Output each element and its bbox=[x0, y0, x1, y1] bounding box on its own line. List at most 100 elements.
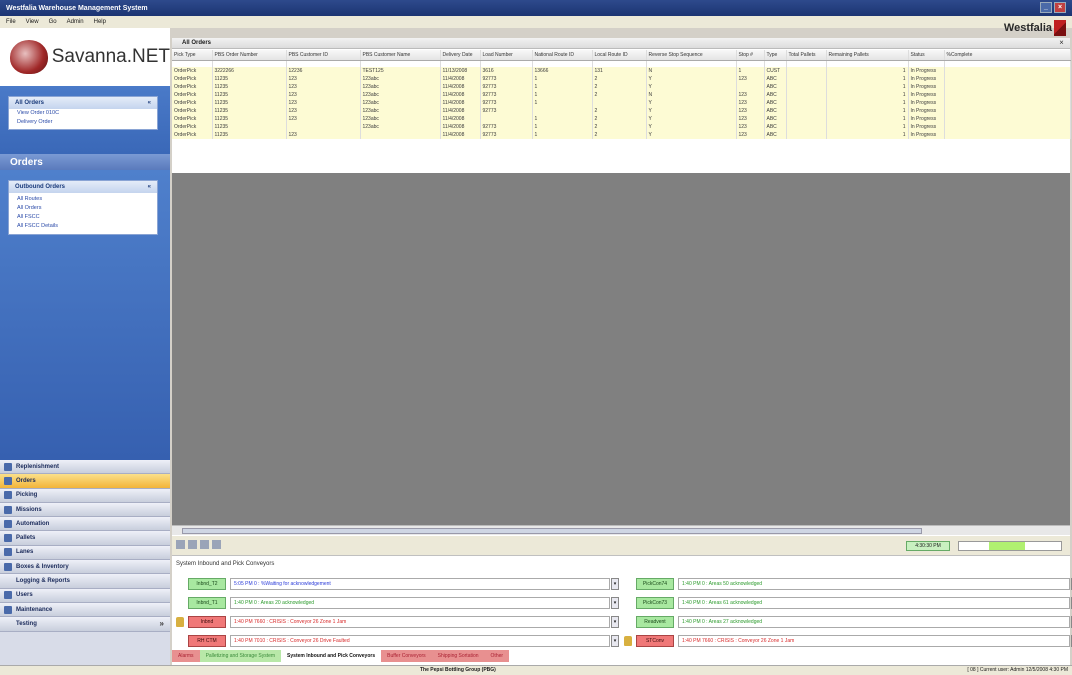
column-header[interactable]: Remaining Pallets bbox=[826, 50, 909, 61]
quick-link[interactable]: Delivery Order bbox=[9, 118, 157, 129]
nav-item-picking[interactable]: Picking bbox=[0, 488, 170, 503]
filter-cell[interactable] bbox=[532, 60, 593, 67]
bottom-tab[interactable]: Buffer Conveyors bbox=[381, 650, 432, 662]
filter-icon[interactable] bbox=[176, 540, 185, 549]
export-icon[interactable] bbox=[200, 540, 209, 549]
filter-cell[interactable] bbox=[286, 60, 361, 67]
horizontal-scrollbar[interactable] bbox=[172, 525, 1070, 535]
menu-go[interactable]: Go bbox=[49, 19, 57, 25]
menu-view[interactable]: View bbox=[26, 19, 39, 25]
nav-item-automation[interactable]: Automation bbox=[0, 517, 170, 532]
conveyor-button[interactable]: Inbnd bbox=[188, 616, 226, 628]
dropdown-arrow-icon[interactable]: ▾ bbox=[611, 597, 619, 609]
column-header[interactable]: Type bbox=[764, 50, 787, 61]
nav-item-testing[interactable]: Testing » bbox=[0, 617, 170, 632]
column-header[interactable]: Reverse Stop Sequence bbox=[646, 50, 737, 61]
filter-cell[interactable] bbox=[172, 60, 213, 67]
table-row[interactable]: OrderPick 11235 123 123abc 11/4/2008 92773 1 2 N… bbox=[172, 91, 1071, 99]
bottom-tab[interactable]: Alarms bbox=[172, 650, 200, 662]
filter-cell[interactable] bbox=[646, 60, 737, 67]
nav-item-replenishment[interactable]: Replenishment bbox=[0, 460, 170, 475]
dropdown-arrow-icon[interactable]: ▾ bbox=[611, 635, 619, 647]
filter-row[interactable] bbox=[172, 60, 1071, 67]
column-header[interactable]: %Complete bbox=[944, 50, 1071, 61]
table-row[interactable]: OrderPick 11235 123 123abc 11/4/2008 92773 2 Y 1… bbox=[172, 107, 1071, 115]
menu-admin[interactable]: Admin bbox=[67, 19, 84, 25]
conveyor-button[interactable]: Inbnd_T2 bbox=[188, 578, 226, 590]
dropdown-arrow-icon[interactable]: ▾ bbox=[611, 578, 619, 590]
nav-item-missions[interactable]: Missions bbox=[0, 502, 170, 518]
pin-close-icon[interactable]: ⨯ bbox=[1059, 38, 1064, 49]
column-header[interactable]: Delivery Date bbox=[440, 50, 481, 61]
nav-item-boxes-inventory[interactable]: Boxes & Inventory bbox=[0, 560, 170, 575]
scrollbar-thumb[interactable] bbox=[182, 528, 922, 534]
table-row[interactable]: OrderPick 11235 123 123abc 11/4/2008 1 2 Y 123 AB… bbox=[172, 115, 1071, 123]
filter-cell[interactable] bbox=[360, 60, 441, 67]
table-row[interactable]: OrderPick 11235 123 11/4/2008 92773 1 2 Y 123 ABC… bbox=[172, 131, 1071, 139]
filter-cell[interactable] bbox=[944, 60, 1071, 67]
table-row[interactable]: OrderPick 11235 123 123abc 11/4/2008 92773 1 2 Y… bbox=[172, 75, 1071, 83]
close-button[interactable]: × bbox=[1054, 2, 1066, 13]
bottom-tab[interactable]: Shipping Sortation bbox=[431, 650, 485, 662]
column-header[interactable]: Pick Type bbox=[172, 50, 213, 61]
dropdown-arrow-icon[interactable]: ▾ bbox=[611, 616, 619, 628]
column-header[interactable]: Total Pallets bbox=[786, 50, 827, 61]
table-cell: 123 bbox=[286, 75, 361, 83]
nav-item-lanes[interactable]: Lanes bbox=[0, 545, 170, 561]
column-header[interactable]: PBS Customer ID bbox=[286, 50, 361, 61]
quick-link[interactable]: View Order 010C bbox=[9, 109, 157, 118]
collapse-icon[interactable]: « bbox=[148, 184, 151, 190]
filter-cell[interactable] bbox=[764, 60, 787, 67]
column-header[interactable]: National Route ID bbox=[532, 50, 593, 61]
conveyor-button[interactable]: STConv bbox=[636, 635, 674, 647]
column-header[interactable]: PBS Customer Name bbox=[360, 50, 441, 61]
conveyor-button[interactable]: Readvent bbox=[636, 616, 674, 628]
conveyor-button[interactable]: PickCon73 bbox=[636, 597, 674, 609]
minimize-button[interactable]: _ bbox=[1040, 2, 1052, 13]
filter-cell[interactable] bbox=[826, 60, 909, 67]
column-header[interactable]: Load Number bbox=[480, 50, 533, 61]
table-cell: 123abc bbox=[360, 75, 441, 83]
bottom-tab[interactable]: System Inbound and Pick Conveyors bbox=[281, 650, 382, 662]
table-row[interactable]: OrderPick 3222266 12236 TEST125 11/13/2008 36… bbox=[172, 67, 1071, 75]
outbound-link[interactable]: All FSCC Details bbox=[9, 222, 157, 234]
chevron-more-icon[interactable]: » bbox=[160, 619, 164, 628]
menu-file[interactable]: File bbox=[6, 19, 16, 25]
replenishment-icon bbox=[4, 462, 12, 471]
menu-help[interactable]: Help bbox=[94, 19, 106, 25]
conveyor-message: 1:40 PM 7660 : CRISIS : Conveyor 26 Zone… bbox=[678, 635, 1070, 647]
column-header[interactable]: Stop # bbox=[736, 50, 765, 61]
conveyor-button[interactable]: RH CTM bbox=[188, 635, 226, 647]
refresh-icon[interactable] bbox=[212, 540, 221, 549]
column-header[interactable]: PBS Order Number bbox=[212, 50, 287, 61]
column-header[interactable]: Status bbox=[908, 50, 945, 61]
nav-item-maintenance[interactable]: Maintenance bbox=[0, 602, 170, 618]
nav-item-logging-reports[interactable]: Logging & Reports bbox=[0, 574, 170, 589]
outbound-link[interactable]: All FSCC bbox=[9, 213, 157, 222]
filter-cell[interactable] bbox=[440, 60, 481, 67]
filter-cell[interactable] bbox=[592, 60, 647, 67]
nav-item-orders[interactable]: Orders bbox=[0, 474, 170, 489]
outbound-link[interactable]: All Routes bbox=[9, 193, 157, 204]
filter-cell[interactable] bbox=[786, 60, 827, 67]
filter-cell[interactable] bbox=[736, 60, 765, 67]
outbound-link[interactable]: All Orders bbox=[9, 204, 157, 213]
table-row[interactable]: OrderPick 11235 123 123abc 11/4/2008 92773 1 Y 1… bbox=[172, 99, 1071, 107]
grid-icon[interactable] bbox=[188, 540, 197, 549]
nav-item-pallets[interactable]: Pallets bbox=[0, 531, 170, 546]
collapse-icon[interactable]: « bbox=[148, 100, 151, 106]
table-cell bbox=[786, 131, 827, 139]
filter-cell[interactable] bbox=[480, 60, 533, 67]
table-cell: 92773 bbox=[480, 83, 533, 91]
table-row[interactable]: OrderPick 11235 123abc 11/4/2008 92773 1 2 Y 123… bbox=[172, 123, 1071, 131]
filter-cell[interactable] bbox=[212, 60, 287, 67]
bottom-tab[interactable]: Other bbox=[484, 650, 510, 662]
table-row[interactable]: OrderPick 11235 123 123abc 11/4/2008 92773 1 2 Y… bbox=[172, 83, 1071, 91]
conveyor-button[interactable]: Inbnd_T1 bbox=[188, 597, 226, 609]
conveyor-button[interactable]: PickCon74 bbox=[636, 578, 674, 590]
nav-item-label: Missions bbox=[16, 506, 42, 513]
column-header[interactable]: Local Route ID bbox=[592, 50, 647, 61]
nav-item-users[interactable]: Users bbox=[0, 588, 170, 603]
filter-cell[interactable] bbox=[908, 60, 945, 67]
bottom-tab[interactable]: Palletizing and Storage System bbox=[199, 650, 282, 662]
